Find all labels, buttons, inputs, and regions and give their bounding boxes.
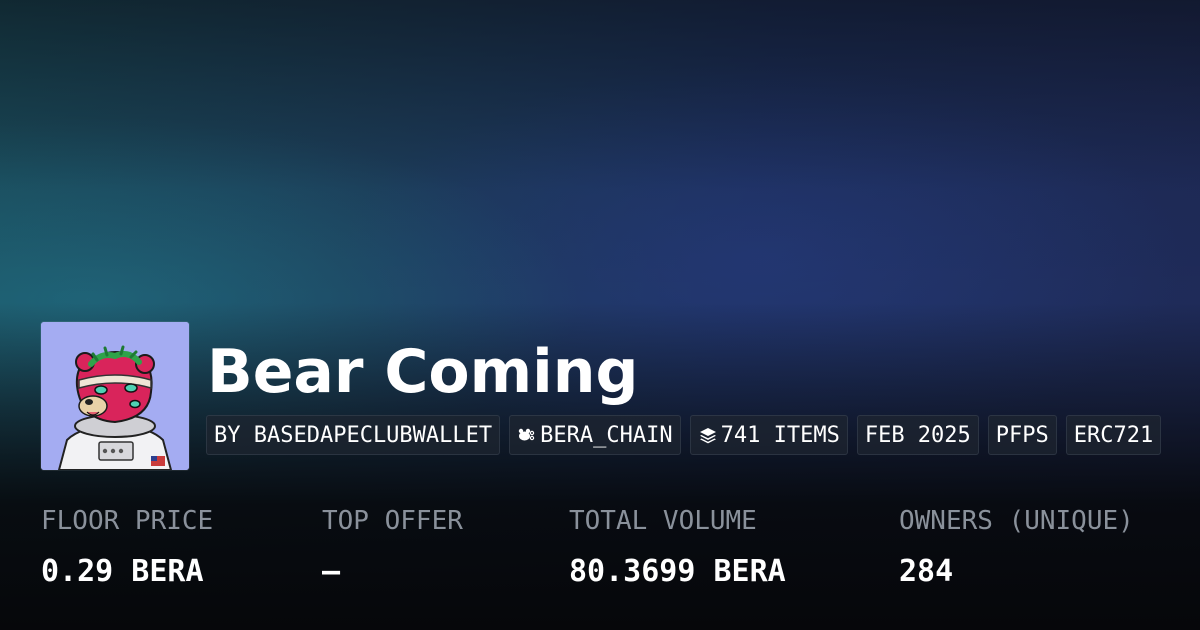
stat-value: 284 <box>899 554 954 589</box>
collection-avatar <box>41 322 189 470</box>
category-chip[interactable]: PFPS <box>987 415 1057 455</box>
bear-astronaut-pfp <box>41 322 189 470</box>
layers-icon <box>698 425 718 445</box>
date-chip[interactable]: FEB 2025 <box>856 415 979 455</box>
date-label: FEB 2025 <box>864 422 971 448</box>
stat-label: OWNERS (UNIQUE) <box>899 506 1134 536</box>
creator-chip[interactable]: BY BASEDAPECLUBWALLET <box>206 415 501 455</box>
standard-chip[interactable]: ERC721 <box>1065 415 1162 455</box>
stat-floor-price: FLOOR PRICE 0.29 BERA <box>41 504 213 590</box>
stat-label: TOP OFFER <box>322 506 463 536</box>
stat-label: TOTAL VOLUME <box>569 506 757 536</box>
category-label: PFPS <box>995 422 1049 448</box>
stat-value: — <box>322 554 341 589</box>
stat-top-offer: TOP OFFER — <box>322 504 463 590</box>
collection-title: Bear Coming <box>207 337 639 407</box>
items-label: 741 ITEMS <box>720 422 840 448</box>
creator-label: BY BASEDAPECLUBWALLET <box>214 422 493 448</box>
stat-value: 80.3699 BERA <box>569 554 786 589</box>
stat-value: 0.29 BERA <box>41 554 204 589</box>
collection-meta-chips: BY BASEDAPECLUBWALLET BERA_CHAIN 741 ITE… <box>206 415 1200 455</box>
stat-total-volume: TOTAL VOLUME 80.3699 BERA <box>569 504 786 590</box>
stat-label: FLOOR PRICE <box>41 506 214 536</box>
standard-label: ERC721 <box>1073 422 1154 448</box>
items-chip[interactable]: 741 ITEMS <box>689 415 848 455</box>
bear-chain-icon <box>517 425 537 445</box>
chain-label: BERA_CHAIN <box>540 422 673 448</box>
chain-chip[interactable]: BERA_CHAIN <box>509 415 681 455</box>
stat-owners: OWNERS (UNIQUE) 284 <box>899 504 1134 590</box>
